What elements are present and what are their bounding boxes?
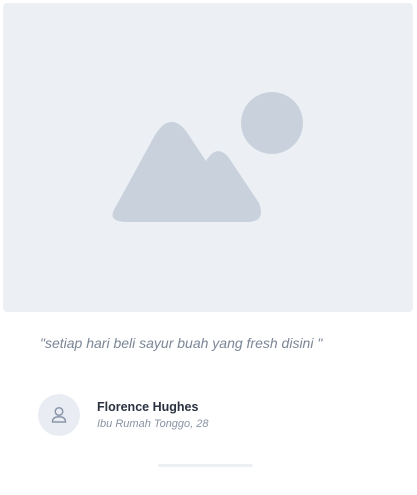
author-role: Ibu Rumah Tonggo, 28 xyxy=(97,418,209,430)
testimonial-image xyxy=(3,3,413,312)
image-placeholder-icon xyxy=(112,92,303,222)
testimonial-quote: "setiap hari beli sayur buah yang fresh … xyxy=(40,335,323,351)
avatar xyxy=(38,394,80,436)
carousel-indicator[interactable] xyxy=(158,464,253,467)
author-name: Florence Hughes xyxy=(97,400,199,414)
testimonial-author: Florence Hughes Ibu Rumah Tonggo, 28 xyxy=(38,394,209,436)
user-icon xyxy=(51,406,67,423)
author-info: Florence Hughes Ibu Rumah Tonggo, 28 xyxy=(97,399,209,431)
